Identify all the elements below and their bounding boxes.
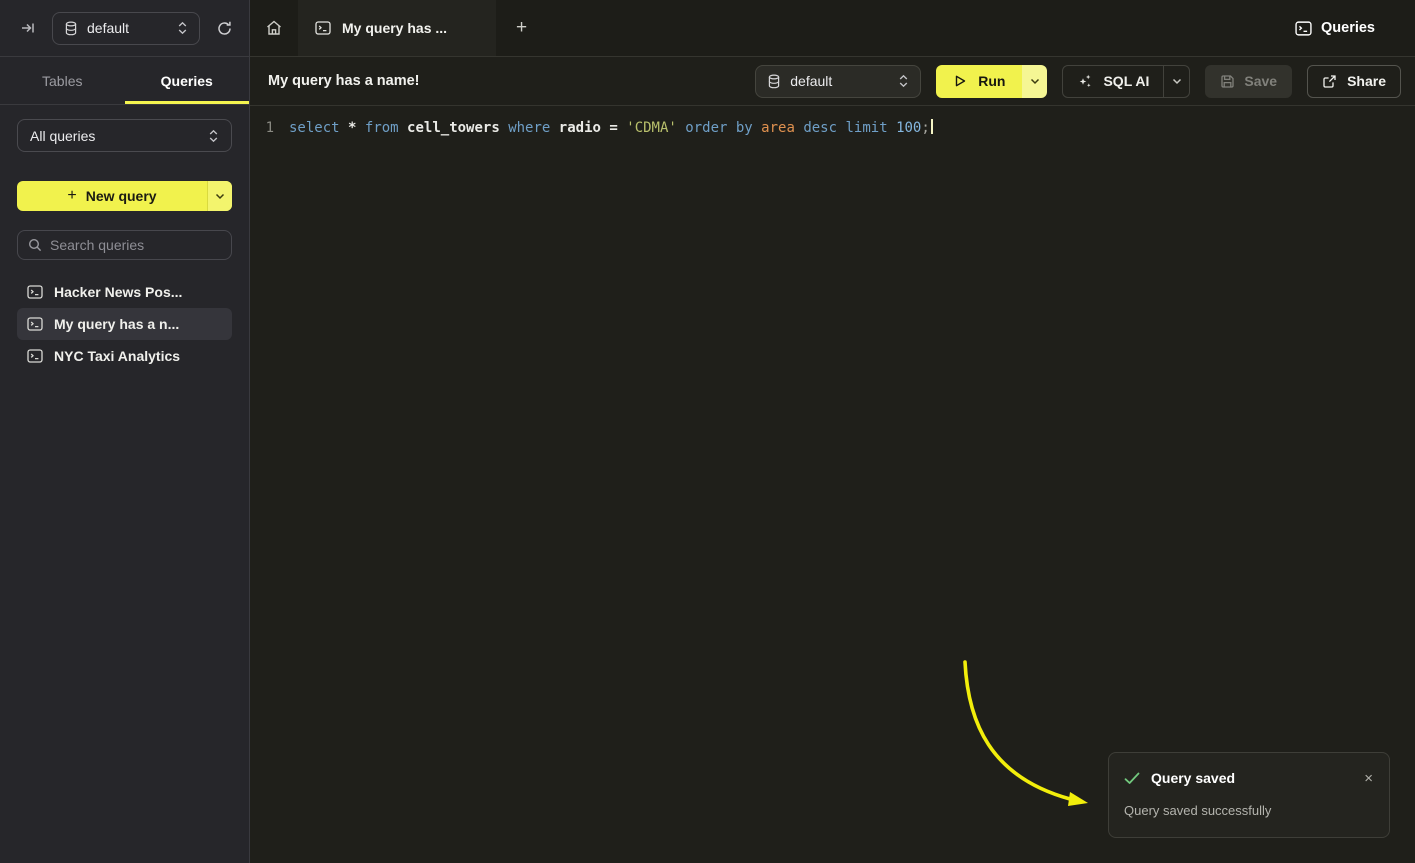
run-dropdown-button[interactable] <box>1022 65 1047 98</box>
share-button[interactable]: Share <box>1307 65 1401 98</box>
save-button[interactable]: Save <box>1205 65 1292 98</box>
database-icon <box>767 74 781 89</box>
collapse-sidebar-icon <box>20 20 36 36</box>
query-item-label: NYC Taxi Analytics <box>54 348 180 364</box>
new-query-dropdown-button[interactable] <box>207 181 232 211</box>
sql-ai-button[interactable]: SQL AI <box>1063 66 1163 97</box>
home-button[interactable] <box>250 0 298 56</box>
share-label: Share <box>1347 73 1386 89</box>
queries-indicator[interactable]: Queries <box>1295 0 1415 56</box>
line-number: 1 <box>250 117 274 139</box>
sidebar-content: All queries + New query <box>0 105 249 386</box>
query-item-label: Hacker News Pos... <box>54 284 182 300</box>
search-queries-box <box>17 230 232 260</box>
query-icon <box>27 285 43 299</box>
save-label: Save <box>1244 73 1277 89</box>
plus-icon: + <box>516 17 527 39</box>
new-query-split-button: + New query <box>17 181 232 211</box>
database-icon <box>64 21 78 36</box>
sidebar: Tables Queries All queries + New query <box>0 57 250 863</box>
text-cursor <box>931 119 933 134</box>
new-query-label: New query <box>86 188 157 204</box>
queries-icon <box>1295 21 1312 36</box>
code-line: select * from cell_towers where radio = … <box>274 117 933 139</box>
toast-header: Query saved × <box>1124 770 1375 786</box>
header-actions: default <box>755 65 1401 98</box>
home-icon <box>265 19 283 37</box>
queries-indicator-label: Queries <box>1321 20 1375 36</box>
sql-ai-label: SQL AI <box>1103 73 1149 89</box>
main-panel: My query has a name! default <box>250 57 1415 863</box>
run-button[interactable]: Run <box>936 65 1022 98</box>
toast-close-button[interactable]: × <box>1362 771 1375 786</box>
code-row: 1 select * from cell_towers where radio … <box>250 117 1415 139</box>
query-list-item[interactable]: Hacker News Pos... <box>17 276 232 308</box>
chevron-updown-icon <box>177 21 188 35</box>
toast-title: Query saved <box>1151 770 1351 786</box>
search-icon <box>28 238 42 252</box>
play-icon <box>953 74 967 88</box>
app-window: default <box>0 0 1415 863</box>
close-icon: × <box>1364 770 1373 787</box>
toast-query-saved: Query saved × Query saved successfully <box>1108 752 1390 838</box>
share-icon <box>1322 74 1337 89</box>
toast-message: Query saved successfully <box>1124 803 1375 818</box>
chevron-updown-icon <box>208 129 219 143</box>
refresh-icon <box>216 20 233 37</box>
sidebar-tab-queries[interactable]: Queries <box>125 57 250 104</box>
sql-ai-split-button: SQL AI <box>1062 65 1190 98</box>
check-icon <box>1124 772 1140 785</box>
query-header: My query has a name! default <box>250 57 1415 106</box>
plus-icon: + <box>67 187 76 205</box>
query-list-item-selected[interactable]: My query has a n... <box>17 308 232 340</box>
query-filter-value: All queries <box>30 128 95 144</box>
sql-ai-dropdown-button[interactable] <box>1163 66 1189 97</box>
new-tab-button[interactable]: + <box>496 0 547 56</box>
sparkles-icon <box>1077 73 1093 89</box>
database-selector-main[interactable]: default <box>755 65 921 98</box>
new-query-button[interactable]: + New query <box>17 181 207 211</box>
query-list: Hacker News Pos... My query has a n... <box>17 276 232 372</box>
save-icon <box>1220 74 1235 89</box>
query-icon <box>27 349 43 363</box>
query-list-item[interactable]: NYC Taxi Analytics <box>17 340 232 372</box>
collapse-sidebar-button[interactable] <box>16 16 40 40</box>
code-tokens: select * from cell_towers where radio = … <box>289 120 930 136</box>
query-tab-icon <box>315 21 331 35</box>
search-queries-input[interactable] <box>50 237 221 253</box>
query-icon <box>27 317 43 331</box>
chevron-updown-icon <box>898 74 909 88</box>
run-split-button: Run <box>936 65 1047 98</box>
chevron-down-icon <box>1172 78 1182 85</box>
chevron-down-icon <box>215 193 225 200</box>
top-bar-left: default <box>0 0 250 57</box>
tab-my-query[interactable]: My query has ... <box>298 0 496 56</box>
refresh-button[interactable] <box>212 16 237 41</box>
query-item-label: My query has a n... <box>54 316 179 332</box>
tab-label: My query has ... <box>342 20 447 36</box>
top-bar: default <box>0 0 1415 57</box>
run-label: Run <box>978 73 1005 89</box>
database-selector[interactable]: default <box>52 12 200 45</box>
database-selector-value: default <box>87 20 168 36</box>
sidebar-tabs: Tables Queries <box>0 57 249 105</box>
database-selector-main-value: default <box>790 73 889 89</box>
sidebar-tab-tables[interactable]: Tables <box>0 57 125 104</box>
chevron-down-icon <box>1030 78 1040 85</box>
query-filter-select[interactable]: All queries <box>17 119 232 152</box>
sql-editor[interactable]: 1 select * from cell_towers where radio … <box>250 106 1415 863</box>
tab-bar: My query has ... + Queries <box>250 0 1415 56</box>
query-title: My query has a name! <box>268 73 420 89</box>
